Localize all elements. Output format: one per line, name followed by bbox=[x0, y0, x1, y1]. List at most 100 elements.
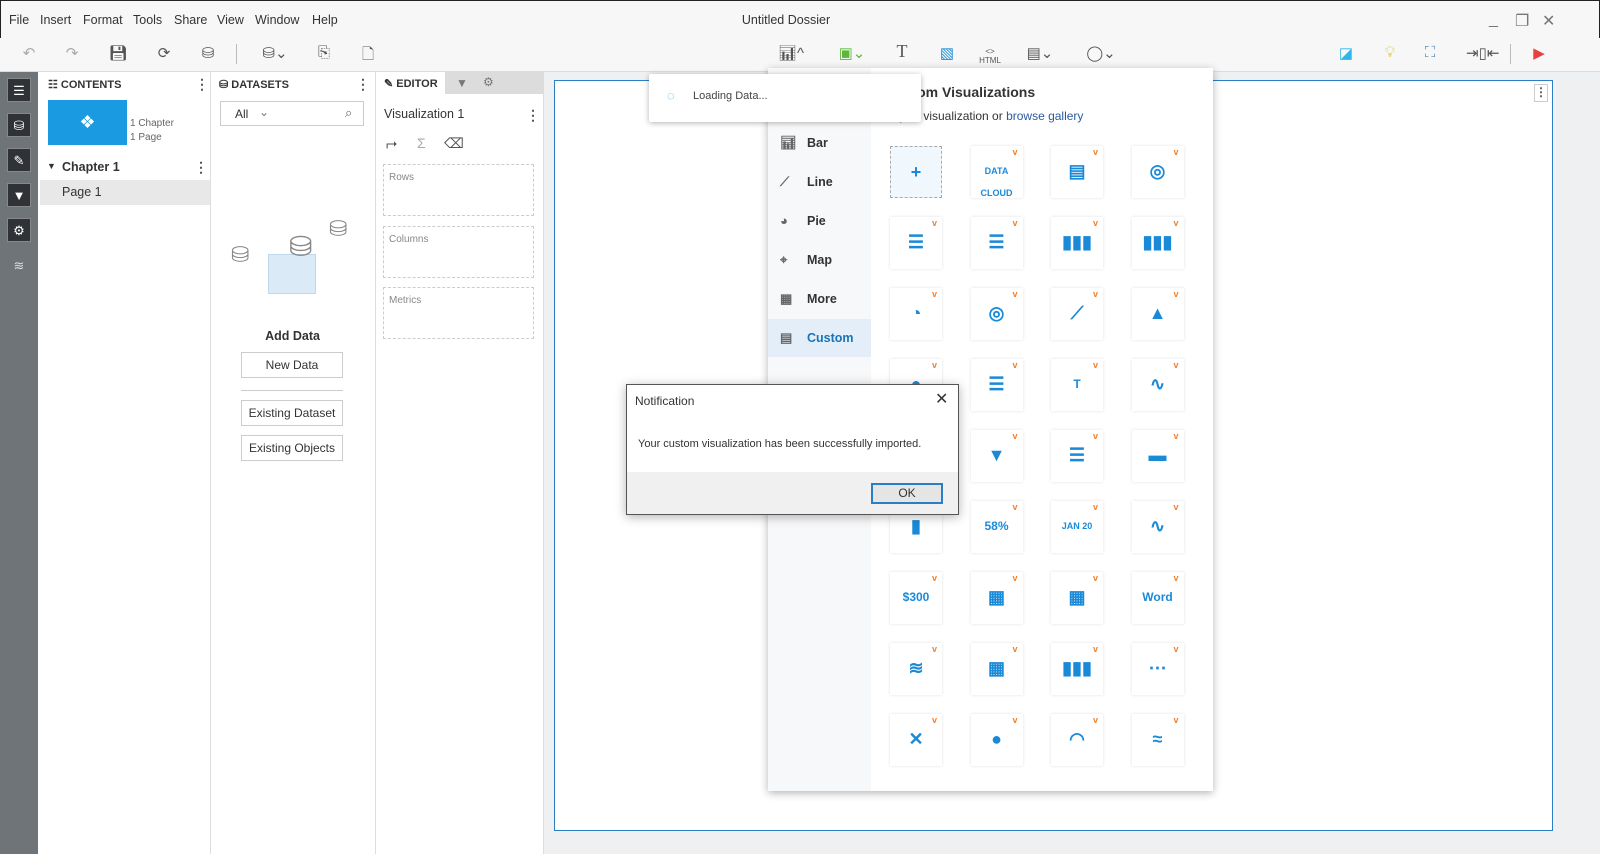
filter-control-icon[interactable]: ▣⌄ bbox=[833, 44, 871, 62]
insights-icon[interactable]: 💡︎ bbox=[1378, 44, 1402, 61]
new-data-button[interactable]: New Data bbox=[241, 352, 343, 378]
custom-viz-heatmap[interactable]: v ▦ bbox=[1051, 572, 1103, 624]
custom-viz-gauge[interactable]: v ◠ bbox=[1051, 714, 1103, 766]
add-data-icon[interactable]: ⛁⌄ bbox=[255, 44, 295, 62]
rows-dropzone[interactable]: Rows bbox=[383, 164, 534, 216]
restore-button[interactable]: ❐ bbox=[1515, 11, 1529, 31]
shapes-icon[interactable]: ◯⌄ bbox=[1082, 44, 1120, 62]
custom-viz-data-cloud[interactable]: v DATA CLOUD bbox=[970, 146, 1023, 198]
metrics-dropzone[interactable]: Metrics bbox=[383, 287, 534, 339]
custom-viz-import[interactable]: + bbox=[890, 146, 942, 198]
fit-width-icon[interactable]: ⇥▯⇤ bbox=[1466, 44, 1499, 62]
custom-viz-sparkline[interactable]: v ∿ bbox=[1131, 359, 1184, 411]
custom-viz-calendar[interactable]: v JAN 20 bbox=[1051, 501, 1103, 553]
custom-viz-histogram[interactable]: v ▮▮▮ bbox=[1051, 643, 1103, 695]
text-icon[interactable]: T bbox=[890, 41, 914, 62]
custom-viz-bullet-bar[interactable]: v ☰ bbox=[890, 217, 942, 269]
custom-viz-multi-sparkline[interactable]: v ∿ bbox=[1131, 501, 1184, 553]
close-icon[interactable]: ✕ bbox=[935, 389, 948, 409]
custom-viz-funnel[interactable]: v ▼ bbox=[970, 430, 1023, 482]
duplicate-page-icon[interactable]: ⎘ bbox=[312, 44, 336, 61]
eraser-icon[interactable]: ⌫ bbox=[444, 135, 464, 152]
layers-icon[interactable]: ◪ bbox=[1334, 44, 1358, 62]
custom-viz-sankey[interactable]: v ≈ bbox=[1131, 714, 1184, 766]
gallery-menu-more[interactable]: ▦ More bbox=[768, 280, 871, 318]
dataset-filter-select[interactable]: All bbox=[235, 107, 248, 121]
custom-viz-text-box[interactable]: vT bbox=[1051, 359, 1103, 411]
page-item[interactable]: Page 1 bbox=[40, 180, 210, 205]
custom-viz-stock-line[interactable]: v ⟋ bbox=[1051, 288, 1103, 340]
search-icon[interactable]: ⌕ bbox=[345, 105, 352, 121]
chapter-item[interactable]: ▼ Chapter 1 ⋮ bbox=[40, 158, 210, 178]
chapter-menu-icon[interactable]: ⋮ bbox=[194, 159, 208, 176]
save-icon[interactable]: 💾︎ bbox=[106, 44, 130, 62]
swap-icon[interactable]: ⮣ bbox=[386, 135, 397, 152]
gallery-menu-bar[interactable]: 📊︎ Bar bbox=[768, 124, 871, 162]
columns-dropzone[interactable]: Columns bbox=[383, 226, 534, 278]
image-icon[interactable]: ▧ bbox=[935, 44, 959, 62]
browse-gallery-link[interactable]: browse gallery bbox=[1006, 109, 1083, 123]
existing-dataset-button[interactable]: Existing Dataset bbox=[241, 400, 343, 426]
pause-data-icon[interactable]: ⛁ bbox=[196, 44, 220, 62]
chapter-count: 1 Chapter bbox=[130, 118, 174, 129]
version-badge: v bbox=[1092, 147, 1098, 157]
sum-icon[interactable]: Σ bbox=[417, 135, 426, 151]
tab-filter[interactable]: ▼ bbox=[456, 76, 468, 90]
custom-viz-packed-bubble[interactable]: v ● bbox=[970, 714, 1023, 766]
close-window-button[interactable]: ✕ bbox=[1542, 11, 1555, 31]
funnel-bar-icon: ☰ bbox=[988, 374, 1005, 394]
custom-viz-stacked-column[interactable]: v ▮▮▮ bbox=[1131, 217, 1184, 269]
filter-icon[interactable]: ▼ bbox=[7, 183, 31, 207]
layers-panel-icon[interactable]: ≋ bbox=[7, 254, 31, 278]
format-icon[interactable]: ⚙ bbox=[7, 218, 31, 242]
ok-button[interactable]: OK bbox=[871, 483, 943, 504]
custom-viz-stacked-bar[interactable]: v ☰ bbox=[970, 217, 1023, 269]
tab-format[interactable]: ⚙ bbox=[483, 75, 494, 89]
editor-icon[interactable]: ✎ bbox=[7, 148, 31, 172]
custom-viz-area[interactable]: v ▲ bbox=[1131, 288, 1184, 340]
undo-icon[interactable]: ↶ bbox=[17, 44, 41, 62]
custom-viz-table[interactable]: v ▦ bbox=[970, 572, 1023, 624]
collapse-icon[interactable]: ▼ bbox=[47, 161, 56, 171]
custom-viz-kpi[interactable]: v $300 bbox=[890, 572, 942, 624]
gallery-menu-line[interactable]: ⟋ Line bbox=[768, 163, 871, 201]
custom-viz-funnel-bar[interactable]: v ☰ bbox=[970, 359, 1023, 411]
custom-viz-donut[interactable]: v ◔ bbox=[890, 288, 942, 340]
redo-icon[interactable]: ↷ bbox=[60, 44, 84, 62]
panel-stack-icon[interactable]: ▤⌄ bbox=[1022, 44, 1058, 62]
datasets-icon[interactable]: ⛁ bbox=[7, 113, 31, 137]
custom-viz-liquid-gauge[interactable]: v 58% bbox=[970, 501, 1023, 553]
custom-viz-bullet[interactable]: v ▬ bbox=[1131, 430, 1184, 482]
container-menu-icon[interactable]: ⋮ bbox=[1534, 84, 1548, 102]
datasets-menu-icon[interactable]: ⋮ bbox=[356, 76, 370, 93]
dataset-search[interactable]: All ⌄ ⌕ bbox=[220, 101, 364, 126]
fit-screen-icon[interactable]: ⛶ bbox=[1418, 44, 1442, 61]
custom-viz-sunburst[interactable]: v ◎ bbox=[1131, 146, 1184, 198]
refresh-icon[interactable]: ⟳ bbox=[152, 44, 176, 62]
gallery-menu-custom[interactable]: ▤ Custom bbox=[768, 319, 871, 357]
gallery-menu-map[interactable]: ⌖ Map bbox=[768, 241, 871, 279]
html-icon[interactable]: <> HTML bbox=[978, 47, 1002, 65]
custom-viz-column[interactable]: v ▮▮▮ bbox=[1051, 217, 1103, 269]
presentation-icon[interactable]: ▶ bbox=[1527, 44, 1551, 62]
contents-icon[interactable]: ☰ bbox=[7, 78, 31, 102]
existing-objects-button[interactable]: Existing Objects bbox=[241, 435, 343, 461]
custom-viz-radial[interactable]: v ◎ bbox=[970, 288, 1023, 340]
visualization-menu-icon[interactable]: ⋮ bbox=[526, 107, 540, 124]
custom-viz-gantt[interactable]: v ▤ bbox=[1051, 146, 1103, 198]
custom-viz-horizontal-gantt[interactable]: v ☰ bbox=[1051, 430, 1103, 482]
chapter-thumbnail[interactable]: ❖ bbox=[48, 100, 127, 145]
version-badge: v bbox=[1173, 218, 1179, 228]
custom-viz-word-cloud[interactable]: v Word bbox=[1131, 572, 1184, 624]
insert-visualization-icon[interactable]: 📊︎^ bbox=[772, 44, 810, 62]
visualization-name[interactable]: Visualization 1 bbox=[384, 107, 464, 121]
gallery-menu-pie[interactable]: ◕ Pie bbox=[768, 202, 871, 240]
custom-viz-microchart[interactable]: v ≋ bbox=[890, 643, 942, 695]
custom-viz-network[interactable]: v ⋯ bbox=[1131, 643, 1184, 695]
custom-viz-chord[interactable]: v ✕ bbox=[890, 714, 942, 766]
tab-editor[interactable]: ✎ EDITOR bbox=[376, 72, 445, 94]
new-page-icon[interactable]: 🗋︎ bbox=[356, 44, 380, 69]
minimize-button[interactable]: _ bbox=[1489, 11, 1498, 29]
contents-menu-icon[interactable]: ⋮ bbox=[195, 76, 209, 93]
custom-viz-grid-heatmap[interactable]: v ▦ bbox=[970, 643, 1023, 695]
